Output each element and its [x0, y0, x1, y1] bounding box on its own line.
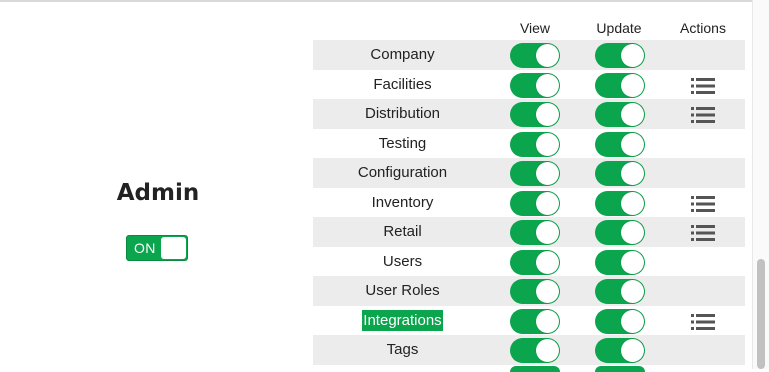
toggle-knob — [536, 339, 559, 362]
toggle-knob — [621, 73, 644, 97]
update-toggle[interactable] — [595, 220, 645, 245]
module-name: Testing — [378, 134, 427, 152]
table-row: Facilities — [313, 70, 745, 100]
view-toggle[interactable] — [510, 190, 560, 216]
view-toggle[interactable] — [510, 161, 560, 186]
table-row: Company — [313, 40, 745, 70]
view-toggle[interactable] — [510, 366, 560, 372]
toggle-knob — [536, 132, 559, 156]
update-toggle[interactable] — [595, 338, 645, 363]
table-row: Users — [313, 247, 745, 277]
toggle-knob — [621, 339, 644, 362]
update-toggle[interactable] — [595, 72, 645, 98]
role-enabled-toggle-label: ON — [134, 240, 156, 256]
module-label: Configuration — [313, 158, 492, 188]
toggle-knob — [536, 309, 559, 333]
toggle-knob — [621, 191, 644, 215]
column-header-update: Update — [596, 20, 642, 36]
view-toggle[interactable] — [510, 131, 560, 157]
update-toggle[interactable] — [595, 366, 645, 372]
toggle-knob — [621, 221, 644, 244]
toggle-knob — [621, 309, 644, 333]
toggle-knob — [621, 132, 644, 156]
update-toggle[interactable] — [595, 190, 645, 216]
module-name: Integrations — [362, 309, 443, 331]
table-row: Distribution — [313, 99, 745, 129]
toggle-knob — [621, 250, 644, 274]
toggle-knob — [536, 103, 559, 126]
module-label: Users — [313, 247, 492, 277]
module-name: Users — [382, 252, 423, 270]
update-toggle[interactable] — [595, 131, 645, 157]
module-label: Inventory — [313, 188, 492, 218]
table-row: Inventory — [313, 188, 745, 218]
toggle-knob — [621, 280, 644, 303]
module-label: Distribution — [313, 99, 492, 129]
update-toggle[interactable] — [595, 279, 645, 304]
module-label: Integrations — [313, 306, 492, 336]
table-row: Integrations — [313, 306, 745, 336]
module-label: Retail — [313, 217, 492, 247]
table-row: Testing — [313, 129, 745, 159]
toggle-knob — [536, 191, 559, 215]
table-row: User Roles — [313, 276, 745, 306]
update-toggle[interactable] — [595, 308, 645, 334]
table-row: Retail — [313, 217, 745, 247]
update-toggle[interactable] — [595, 161, 645, 186]
toggle-knob — [621, 162, 644, 185]
view-toggle[interactable] — [510, 249, 560, 275]
role-title: Admin — [116, 180, 200, 206]
toggle-knob — [536, 162, 559, 185]
column-header-view: View — [519, 20, 551, 36]
toggle-knob — [161, 237, 186, 259]
view-toggle[interactable] — [510, 279, 560, 304]
module-label: Facilities — [313, 70, 492, 100]
table-row: Tags — [313, 335, 745, 365]
list-icon[interactable] — [691, 107, 715, 123]
list-icon[interactable] — [691, 195, 715, 212]
module-name: Retail — [383, 223, 422, 240]
update-toggle[interactable] — [595, 102, 645, 127]
view-toggle[interactable] — [510, 308, 560, 334]
view-toggle[interactable] — [510, 338, 560, 363]
list-icon[interactable] — [691, 313, 715, 330]
module-name: Inventory — [371, 193, 434, 211]
toggle-knob — [621, 44, 644, 67]
toggle-knob — [536, 250, 559, 274]
update-toggle[interactable] — [595, 249, 645, 275]
module-name: Tags — [386, 341, 419, 358]
module-name: Configuration — [357, 164, 448, 181]
module-label: Tags — [313, 335, 492, 365]
module-label: Company — [313, 40, 492, 70]
module-name: Company — [370, 46, 435, 63]
update-toggle[interactable] — [595, 43, 645, 68]
toggle-knob — [536, 221, 559, 244]
role-enabled-toggle[interactable]: ON — [126, 235, 188, 261]
view-toggle[interactable] — [510, 43, 560, 68]
toggle-knob — [621, 103, 644, 126]
view-toggle[interactable] — [510, 102, 560, 127]
view-toggle[interactable] — [510, 72, 560, 98]
list-icon[interactable] — [691, 225, 715, 241]
toggle-knob — [536, 73, 559, 97]
permissions-table: Company Facilities Distribution Testing Conf… — [313, 40, 745, 365]
view-toggle[interactable] — [510, 220, 560, 245]
table-row: Configuration — [313, 158, 745, 188]
scrollbar-thumb[interactable] — [757, 259, 765, 369]
module-label: User Roles — [313, 276, 492, 306]
toggle-knob — [536, 44, 559, 67]
column-header-actions: Actions — [680, 20, 726, 36]
module-label: Testing — [313, 129, 492, 159]
list-icon[interactable] — [691, 77, 715, 94]
top-divider — [0, 0, 752, 2]
toggle-knob — [536, 280, 559, 303]
module-name: Facilities — [373, 75, 432, 93]
module-name: User Roles — [365, 282, 440, 299]
module-name: Distribution — [364, 105, 441, 122]
